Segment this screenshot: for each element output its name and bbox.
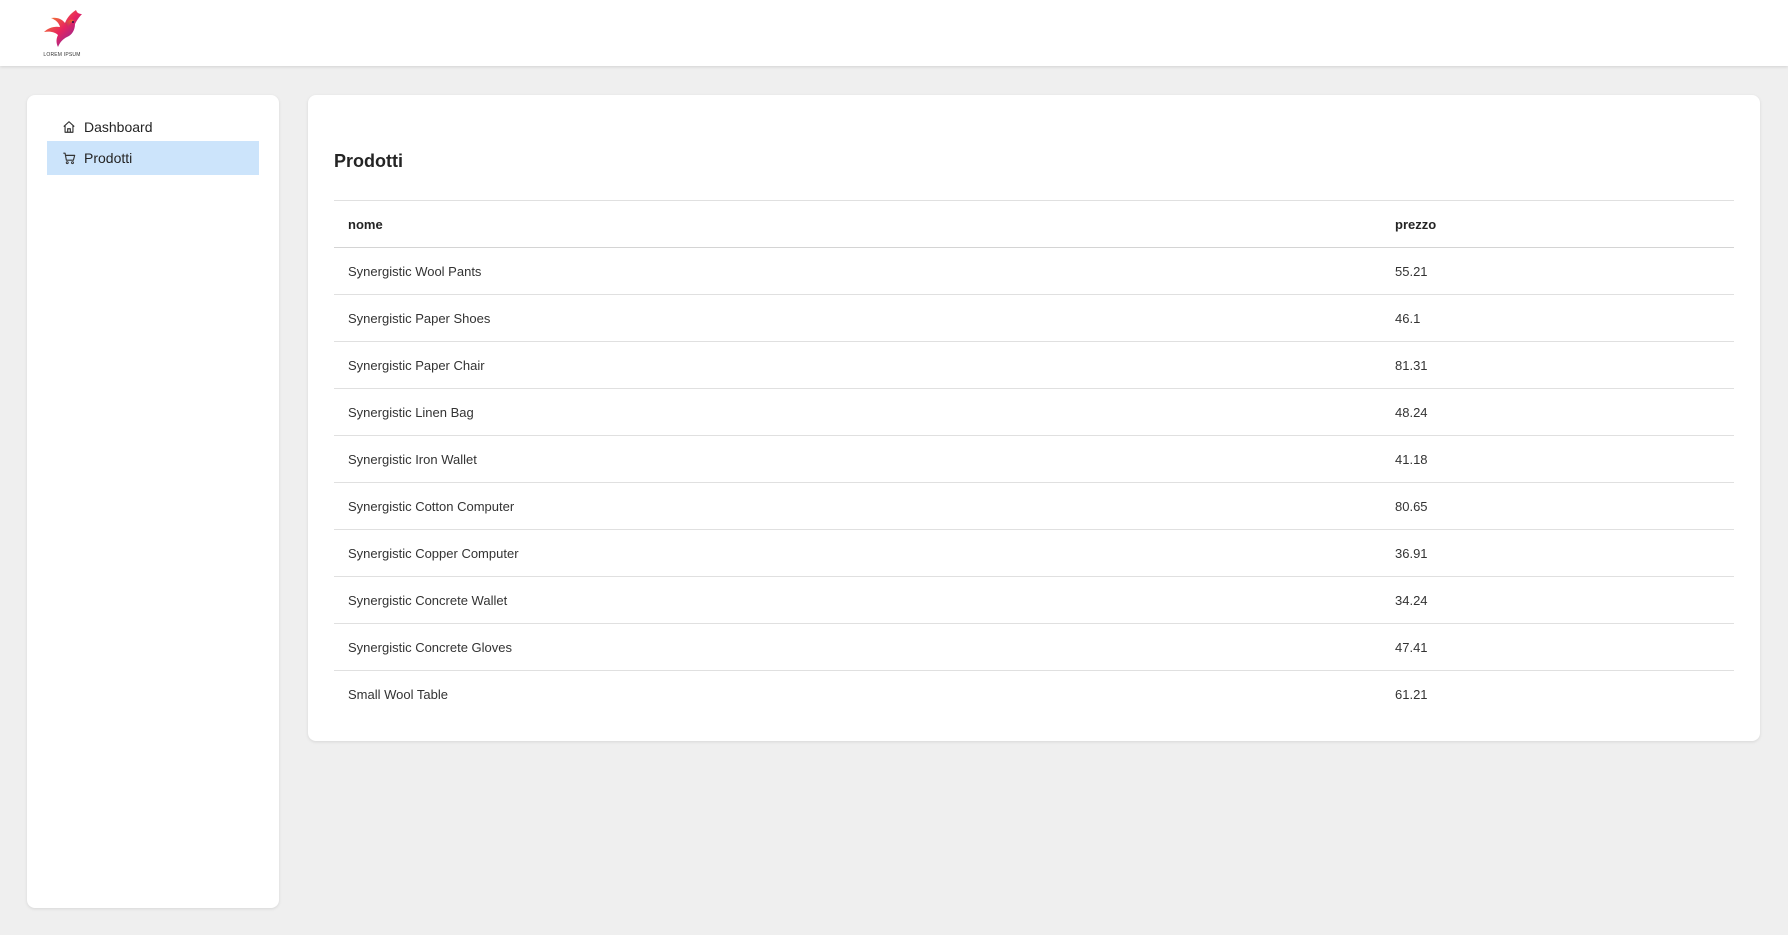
table-row[interactable]: Synergistic Wool Pants 55.21 (334, 247, 1734, 295)
top-bar: LOREM IPSUM (0, 0, 1788, 66)
main-content: Prodotti nome prezzo Synergistic Wool Pa… (308, 95, 1760, 741)
cell-prezzo: 41.18 (1381, 435, 1734, 483)
cell-nome: Synergistic Paper Chair (334, 341, 1381, 389)
cell-prezzo: 47.41 (1381, 623, 1734, 671)
logo[interactable]: LOREM IPSUM (40, 8, 84, 58)
table-header-row: nome prezzo (334, 200, 1734, 248)
table-row[interactable]: Synergistic Cotton Computer 80.65 (334, 482, 1734, 530)
cell-nome: Synergistic Cotton Computer (334, 482, 1381, 530)
cell-prezzo: 81.31 (1381, 341, 1734, 389)
table-row[interactable]: Synergistic Concrete Gloves 47.41 (334, 623, 1734, 671)
table-row[interactable]: Synergistic Linen Bag 48.24 (334, 388, 1734, 436)
cell-prezzo: 36.91 (1381, 529, 1734, 577)
cell-nome: Small Wool Table (348, 686, 448, 702)
cell-prezzo: 55.21 (1381, 247, 1734, 295)
table-row[interactable]: Synergistic Copper Computer 36.91 (334, 529, 1734, 577)
sidebar: Dashboard Prodotti (27, 95, 279, 908)
cell-nome: Synergistic Wool Pants (334, 247, 1381, 295)
cell-nome: Synergistic Copper Computer (334, 529, 1381, 577)
column-header-nome[interactable]: nome (334, 200, 1381, 248)
table-row[interactable]: Synergistic Paper Shoes 46.1 (334, 294, 1734, 342)
home-icon (63, 121, 75, 133)
sidebar-item-dashboard[interactable]: Dashboard (47, 110, 259, 144)
sidebar-item-prodotti[interactable]: Prodotti (47, 141, 259, 175)
cell-nome: Synergistic Paper Shoes (334, 294, 1381, 342)
cell-prezzo: 34.24 (1381, 576, 1734, 624)
bird-logo-icon (44, 10, 82, 47)
cell-nome: Synergistic Concrete Gloves (334, 623, 1381, 671)
table-row[interactable]: Synergistic Iron Wallet 41.18 (334, 435, 1734, 483)
cell-prezzo: 48.24 (1381, 388, 1734, 436)
cell-nome: Synergistic Linen Bag (334, 388, 1381, 436)
cell-prezzo: 61.21 (1395, 686, 1428, 702)
table-row[interactable]: Synergistic Paper Chair 81.31 (334, 341, 1734, 389)
cell-nome: Synergistic Iron Wallet (334, 435, 1381, 483)
table-row[interactable]: Small Wool Table 61.21 (334, 671, 1734, 718)
page-title: Prodotti (334, 151, 403, 171)
logo-text: LOREM IPSUM (43, 52, 81, 58)
column-header-prezzo[interactable]: prezzo (1381, 200, 1734, 248)
cell-prezzo: 80.65 (1381, 482, 1734, 530)
cell-nome: Synergistic Concrete Wallet (334, 576, 1381, 624)
table-row[interactable]: Synergistic Concrete Wallet 34.24 (334, 576, 1734, 624)
cart-icon (63, 152, 76, 165)
cell-prezzo: 46.1 (1381, 294, 1734, 342)
products-table: nome prezzo Synergistic Wool Pants 55.21… (334, 200, 1734, 717)
sidebar-item-label: Prodotti (84, 150, 133, 166)
sidebar-item-label: Dashboard (84, 119, 153, 135)
